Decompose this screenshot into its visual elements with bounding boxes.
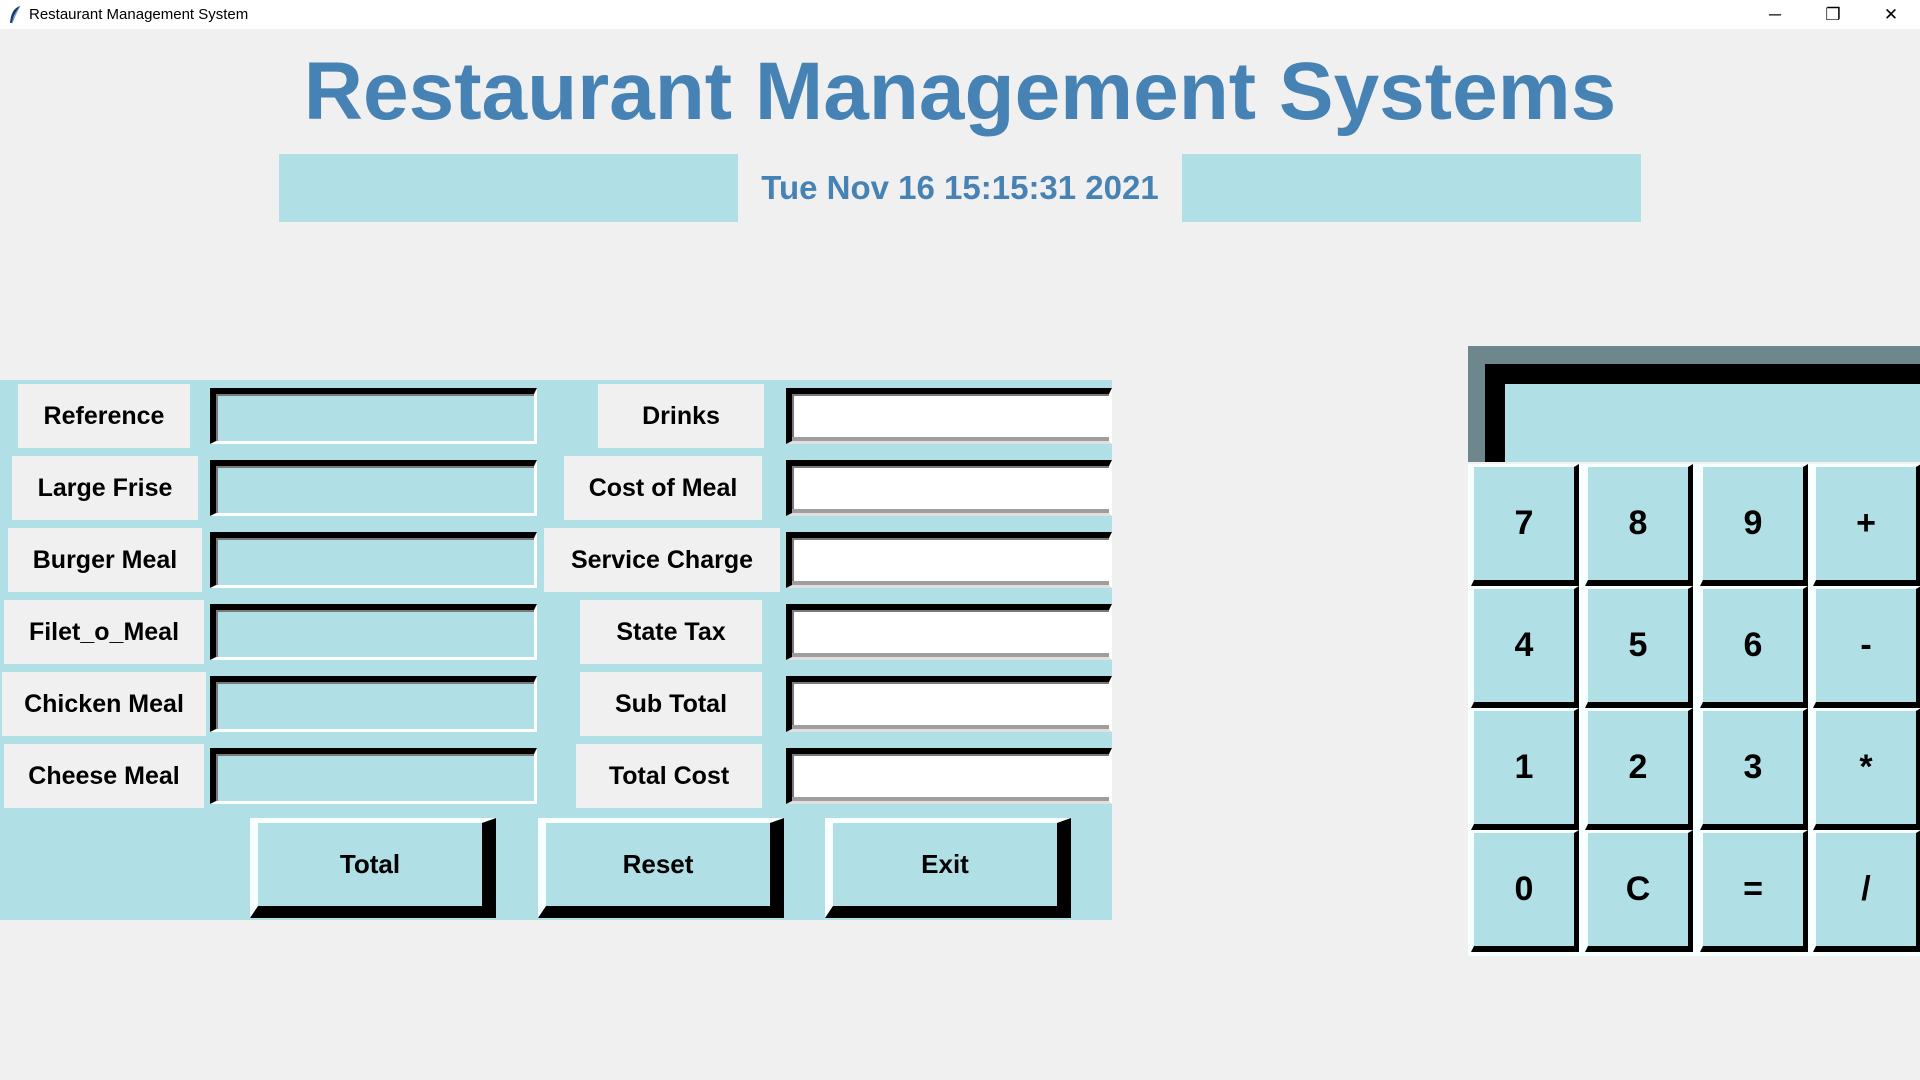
window-title: Restaurant Management System	[29, 6, 249, 23]
sub-total-label: Sub Total	[580, 672, 762, 736]
page-title: Restaurant Management Systems	[303, 46, 1617, 137]
state-tax-label: State Tax	[580, 600, 762, 664]
chicken-meal-label: Chicken Meal	[2, 672, 206, 736]
calculator-keypad: 7 8 9 + 4 5 6 - 1 2 3 * 0 C = /	[1468, 464, 1920, 956]
datetime-label: Tue Nov 16 15:15:31 2021	[738, 154, 1182, 222]
filet-o-meal-label: Filet_o_Meal	[4, 600, 204, 664]
burger-meal-field[interactable]	[210, 532, 537, 588]
calculator: 7 8 9 + 4 5 6 - 1 2 3 * 0 C = /	[1468, 346, 1920, 956]
key-4[interactable]: 4	[1471, 586, 1579, 708]
key-7[interactable]: 7	[1471, 464, 1579, 586]
datetime-bar-right	[1182, 154, 1641, 222]
key-2[interactable]: 2	[1585, 708, 1693, 830]
form-row-cheese-meal: Cheese Meal	[0, 740, 590, 812]
reference-label: Reference	[18, 384, 190, 448]
key-equals[interactable]: =	[1700, 830, 1808, 952]
cost-of-meal-field[interactable]	[786, 460, 1112, 516]
total-button[interactable]: Total	[250, 818, 496, 918]
datetime-bar-left	[279, 154, 738, 222]
form-row-sub-total: Sub Total	[560, 668, 1112, 740]
burger-meal-label: Burger Meal	[8, 528, 202, 592]
key-0[interactable]: 0	[1471, 830, 1579, 952]
minimize-icon: ─	[1768, 4, 1782, 24]
key-1[interactable]: 1	[1471, 708, 1579, 830]
drinks-label: Drinks	[598, 384, 764, 448]
key-3[interactable]: 3	[1700, 708, 1808, 830]
chicken-meal-field[interactable]	[210, 676, 537, 732]
key-clear[interactable]: C	[1585, 830, 1693, 952]
window-titlebar: Restaurant Management System ─ ❐ ✕	[0, 0, 1920, 29]
close-button[interactable]: ✕	[1862, 0, 1920, 29]
form-row-reference: Reference	[0, 380, 590, 452]
close-icon: ✕	[1883, 4, 1899, 24]
exit-button[interactable]: Exit	[825, 818, 1071, 918]
form-row-drinks: Drinks	[560, 380, 1112, 452]
large-frise-field[interactable]	[210, 460, 537, 516]
key-plus[interactable]: +	[1813, 464, 1920, 586]
key-8[interactable]: 8	[1585, 464, 1693, 586]
form-row-cost-of-meal: Cost of Meal	[560, 452, 1112, 524]
state-tax-field[interactable]	[786, 604, 1112, 660]
total-cost-field[interactable]	[786, 748, 1112, 804]
filet-o-meal-field[interactable]	[210, 604, 537, 660]
reference-field[interactable]	[210, 388, 537, 444]
form-row-chicken-meal: Chicken Meal	[0, 668, 590, 740]
restore-button[interactable]: ❐	[1804, 0, 1862, 29]
service-charge-field[interactable]	[786, 532, 1112, 588]
key-minus[interactable]: -	[1813, 586, 1920, 708]
feather-icon	[0, 0, 29, 29]
datetime-bar: Tue Nov 16 15:15:31 2021	[279, 154, 1641, 222]
form-row-filet-o-meal: Filet_o_Meal	[0, 596, 590, 668]
key-5[interactable]: 5	[1585, 586, 1693, 708]
form-row-total-cost: Total Cost	[560, 740, 1112, 812]
total-cost-label: Total Cost	[576, 744, 762, 808]
calculator-display[interactable]	[1485, 364, 1920, 462]
reset-button[interactable]: Reset	[538, 818, 784, 918]
key-6[interactable]: 6	[1700, 586, 1808, 708]
key-multiply[interactable]: *	[1813, 708, 1920, 830]
calculator-display-frame	[1468, 346, 1920, 462]
service-charge-label: Service Charge	[544, 528, 780, 592]
minimize-button[interactable]: ─	[1746, 0, 1804, 29]
form-row-service-charge: Service Charge	[540, 524, 1112, 596]
large-frise-label: Large Frise	[12, 456, 198, 520]
key-9[interactable]: 9	[1700, 464, 1808, 586]
drinks-field[interactable]	[786, 388, 1112, 444]
key-divide[interactable]: /	[1813, 830, 1920, 952]
form-row-large-frise: Large Frise	[0, 452, 590, 524]
cheese-meal-label: Cheese Meal	[4, 744, 204, 808]
restore-icon: ❐	[1825, 4, 1841, 24]
sub-total-field[interactable]	[786, 676, 1112, 732]
cost-of-meal-label: Cost of Meal	[564, 456, 762, 520]
form-row-state-tax: State Tax	[560, 596, 1112, 668]
cheese-meal-field[interactable]	[210, 748, 537, 804]
form-row-burger-meal: Burger Meal	[0, 524, 590, 596]
